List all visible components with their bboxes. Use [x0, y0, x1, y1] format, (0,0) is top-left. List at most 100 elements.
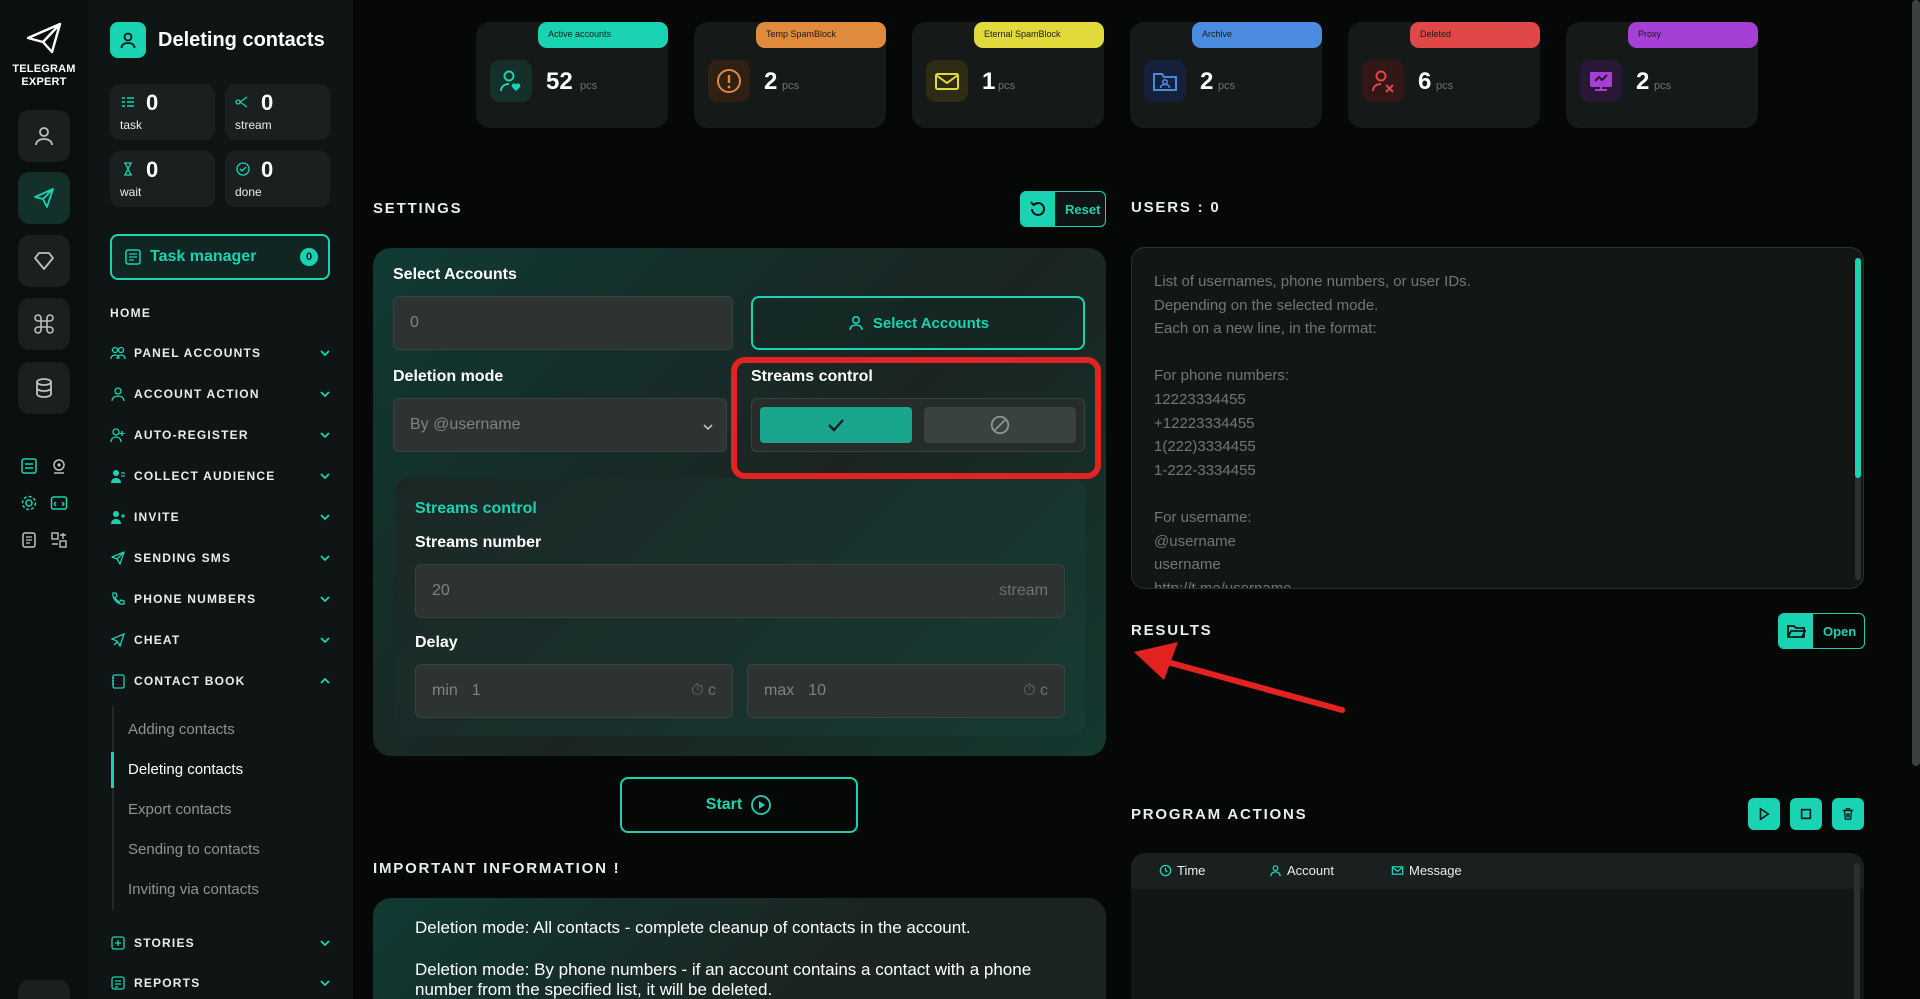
card-eternal-spamblock[interactable]: Eternal SpamBlock 1 pcs — [912, 22, 1104, 128]
task-manager-icon — [125, 249, 141, 265]
chevron-down-icon — [320, 555, 330, 562]
subnav-deleting-contacts[interactable]: Deleting contacts — [128, 761, 243, 778]
program-actions-log: Time Account Message — [1131, 853, 1864, 999]
open-results-button[interactable]: Open — [1778, 613, 1865, 649]
trash-icon — [1842, 808, 1854, 820]
rail-accounts-button[interactable] — [18, 110, 70, 162]
placeholder-line: Depending on the selected mode. — [1154, 296, 1379, 314]
task-manager-count: 0 — [300, 248, 318, 266]
rail-database-button[interactable] — [18, 362, 70, 414]
delay-min-prefix: min — [432, 682, 458, 699]
delay-min-input[interactable]: min 1 ⏱ c — [415, 664, 733, 718]
card-unit: pcs — [580, 80, 598, 92]
rail-mini-list-button[interactable] — [18, 455, 40, 477]
rail-mini-grid-button[interactable] — [48, 529, 70, 551]
nav-stories[interactable]: STORIES — [110, 932, 332, 954]
streams-number-input[interactable]: 20 stream — [415, 564, 1065, 618]
log-col-time[interactable]: Time — [1159, 863, 1205, 878]
users-scrollbar[interactable] — [1855, 258, 1861, 478]
start-button[interactable]: Start — [620, 777, 858, 833]
card-value: 1 — [982, 68, 996, 95]
play-button[interactable] — [1748, 798, 1780, 830]
nav-panel-accounts[interactable]: PANEL ACCOUNTS — [110, 342, 332, 364]
location-icon — [53, 459, 65, 474]
nav-account-action[interactable]: ACCOUNT ACTION — [110, 383, 332, 405]
rail-diamond-button[interactable] — [18, 235, 70, 287]
stop-button[interactable] — [1790, 798, 1822, 830]
delay-unit: c — [708, 682, 716, 699]
subnav-export-contacts[interactable]: Export contacts — [128, 801, 231, 818]
rail-mini-code-button[interactable] — [48, 492, 70, 514]
nav-label: COLLECT AUDIENCE — [134, 469, 276, 483]
page-scrollbar[interactable] — [1912, 0, 1920, 766]
nav-auto-register[interactable]: AUTO-REGISTER — [110, 424, 332, 446]
nav-label: PANEL ACCOUNTS — [134, 346, 262, 360]
nav-invite[interactable]: INVITE — [110, 506, 332, 528]
task-manager-button[interactable]: Task manager 0 — [110, 234, 330, 280]
nav-home[interactable]: HOME — [110, 306, 151, 320]
info-panel: Deletion mode: All contacts - complete c… — [373, 898, 1106, 999]
reports-icon — [110, 974, 128, 992]
nav-sending-sms[interactable]: SENDING SMS — [110, 547, 332, 569]
reset-button[interactable]: Reset — [1020, 191, 1106, 227]
log-col-message[interactable]: Message — [1391, 863, 1462, 878]
nav-reports[interactable]: REPORTS — [110, 972, 332, 994]
subnav-inviting-via-contacts[interactable]: Inviting via contacts — [128, 881, 259, 898]
accounts-input[interactable]: 0 — [393, 296, 733, 350]
stat-done-label: done — [235, 185, 262, 199]
contact-badge — [110, 22, 146, 58]
chevron-down-icon — [320, 473, 330, 480]
user-add-icon — [110, 426, 128, 444]
card-unit: pcs — [1654, 80, 1672, 92]
chevron-down-icon — [320, 514, 330, 521]
card-pill: Temp SpamBlock — [756, 22, 886, 48]
placeholder-line: +12223334455 — [1154, 414, 1255, 432]
rail-bottom-button[interactable] — [18, 980, 70, 999]
rail-mini-settings-button[interactable] — [18, 492, 40, 514]
task-icon — [122, 97, 134, 107]
notes-icon — [22, 532, 36, 548]
code-window-icon — [50, 496, 68, 510]
nav-label: PHONE NUMBERS — [134, 592, 257, 606]
delay-min-placeholder: 1 — [471, 682, 481, 699]
chevron-down-icon — [703, 424, 713, 431]
subnav-sending-to-contacts[interactable]: Sending to contacts — [128, 841, 260, 858]
nav-cheat[interactable]: CHEAT — [110, 629, 332, 651]
placeholder-line: 1-222-3334455 — [1154, 461, 1256, 479]
users-textarea[interactable]: List of usernames, phone numbers, or use… — [1131, 247, 1864, 589]
stat-task: 0 task — [110, 84, 215, 140]
reset-icon — [1021, 192, 1055, 226]
card-active-accounts[interactable]: Active accounts 52 pcs — [476, 22, 668, 128]
rail-mini-notes-button[interactable] — [18, 529, 40, 551]
contact-book-subnav-line — [112, 706, 114, 910]
user-icon — [110, 385, 128, 403]
rail-telegram-button[interactable] — [18, 172, 70, 224]
nav-collect-audience[interactable]: COLLECT AUDIENCE — [110, 465, 332, 487]
select-accounts-button[interactable]: Select Accounts — [751, 296, 1085, 350]
send-icon — [110, 549, 128, 567]
card-deleted[interactable]: Deleted 6 pcs — [1348, 22, 1540, 128]
card-unit: pcs — [998, 80, 1016, 92]
card-archive[interactable]: Archive 2 pcs — [1130, 22, 1322, 128]
delay-min-unit: ⏱ c — [691, 682, 716, 700]
log-col-account[interactable]: Account — [1269, 863, 1334, 878]
rail-command-button[interactable] — [18, 298, 70, 350]
delay-max-input[interactable]: max 10 ⏱ c — [747, 664, 1065, 718]
card-value: 2 — [1200, 68, 1214, 95]
chevron-down-icon — [320, 980, 330, 987]
gear-icon — [21, 495, 37, 511]
grid-icon — [51, 532, 67, 548]
nav-phone-numbers[interactable]: PHONE NUMBERS — [110, 588, 332, 610]
stories-icon — [110, 934, 128, 952]
log-header: Time Account Message — [1131, 853, 1864, 889]
card-temp-spamblock[interactable]: Temp SpamBlock 2 pcs — [694, 22, 886, 128]
subnav-adding-contacts[interactable]: Adding contacts — [128, 721, 235, 738]
clear-button[interactable] — [1832, 798, 1864, 830]
streams-control-title: Streams control — [415, 500, 537, 517]
rail-mini-location-button[interactable] — [48, 455, 70, 477]
delay-label: Delay — [415, 634, 458, 651]
nav-contact-book[interactable]: CONTACT BOOK — [110, 670, 332, 692]
card-proxy[interactable]: Proxy 2 pcs — [1566, 22, 1758, 128]
card-pill: Deleted — [1410, 22, 1540, 48]
deletion-mode-select[interactable]: By @username — [393, 398, 727, 452]
